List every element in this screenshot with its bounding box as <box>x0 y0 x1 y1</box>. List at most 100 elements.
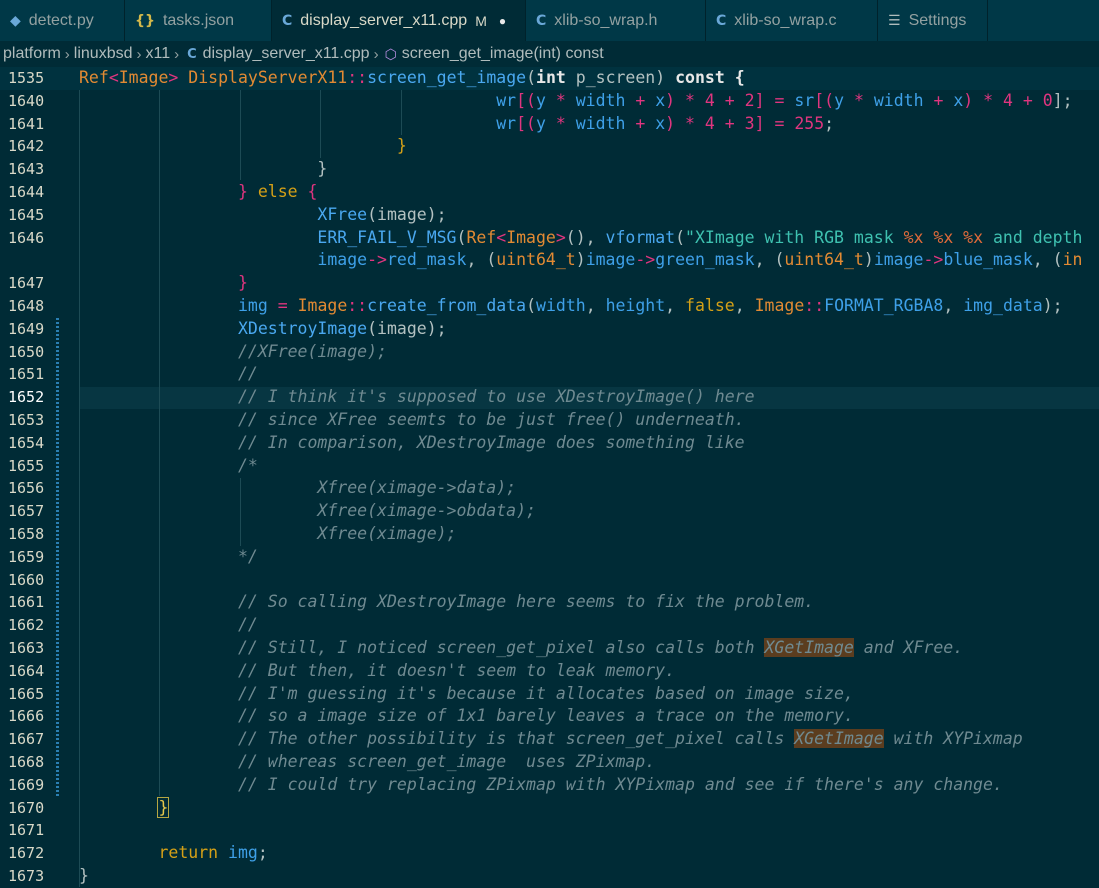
code-token: Image <box>754 296 805 315</box>
code-text: return img; <box>79 842 267 865</box>
code-token: y <box>535 113 546 133</box>
line-number: 1640 <box>8 91 45 110</box>
line-number: 1660 <box>8 570 45 589</box>
tab-tasks-json[interactable]: {} tasks.json <box>125 0 272 41</box>
code-line[interactable]: 1643 } <box>0 158 1099 181</box>
code-text: // I'm guessing it's because it allocate… <box>79 683 854 706</box>
code-token: height <box>605 296 666 315</box>
code-line[interactable]: 1644 } else { <box>0 181 1099 204</box>
code-line[interactable]: 1641 wr[(y * width + x) * 4 + 3] = 255; <box>0 113 1099 136</box>
code-token: x <box>953 90 964 110</box>
code-token: > <box>555 227 566 247</box>
code-line[interactable]: 1666 // so a image size of 1x1 barely le… <box>0 705 1099 728</box>
code-line[interactable]: 1664 // But then, it doesn't seem to lea… <box>0 660 1099 683</box>
code-token: blue_mask <box>943 250 1033 270</box>
code-token: img_data <box>963 296 1043 315</box>
tab-xlib-so-wrap-h[interactable]: Cxlib-so_wrap.h <box>526 0 706 41</box>
code-token: // Still, I noticed screen_get_pixel als… <box>237 638 765 657</box>
code-token: img <box>228 843 258 863</box>
code-token: , <box>665 296 686 315</box>
code-token: 2 <box>744 90 755 110</box>
code-token: sr <box>794 90 815 110</box>
code-line[interactable]: 1669 // I could try replacing ZPixmap wi… <box>0 774 1099 797</box>
code-token: DisplayServerX11 <box>188 68 348 87</box>
code-line[interactable]: 1670 } <box>0 796 1099 820</box>
code-line[interactable]: 1651 // <box>0 363 1099 386</box>
code-line[interactable]: 1657 Xfree(ximage->obdata); <box>0 500 1099 523</box>
code-token: */ <box>237 546 258 566</box>
code-line[interactable]: 1659 */ <box>0 546 1099 569</box>
code-line[interactable]: 1668 // whereas screen_get_image uses ZP… <box>0 751 1099 774</box>
unsaved-dot-icon[interactable]: ● <box>499 14 506 28</box>
code-line[interactable]: 1663 // Still, I noticed screen_get_pixe… <box>0 637 1099 660</box>
code-token: Ref <box>79 68 109 87</box>
code-token: y <box>535 90 546 110</box>
code-line[interactable]: 1645 XFree(image); <box>0 204 1099 227</box>
code-line[interactable]: image->red_mask, (uint64_t)image->green_… <box>0 249 1099 272</box>
breadcrumb-item[interactable]: linuxbsd <box>74 45 133 63</box>
code-token: 4 <box>704 90 715 110</box>
sticky-scroll-line[interactable]: 1535 Ref<Image> DisplayServerX11::screen_… <box>0 67 1099 90</box>
code-line[interactable]: 1646 ERR_FAIL_V_MSG(Ref<Image>(), vforma… <box>0 227 1099 250</box>
line-number: 1644 <box>8 183 45 201</box>
tab-xlib-so-wrap-c[interactable]: Cxlib-so_wrap.c <box>706 0 878 41</box>
breadcrumb-item[interactable]: screen_get_image(int) const <box>402 45 604 63</box>
code-text: // I could try replacing ZPixmap with XY… <box>79 774 1003 797</box>
line-number: 1652 <box>8 388 45 407</box>
code-line[interactable]: 1650 //XFree(image); <box>0 341 1099 364</box>
code-line[interactable]: 1653 // since XFree seemts to be just fr… <box>0 409 1099 432</box>
code-line[interactable]: 1642 } <box>0 135 1099 158</box>
code-token: , <box>943 296 964 315</box>
code-text: } <box>79 865 89 888</box>
code-token: vformat <box>605 227 676 247</box>
code-line[interactable]: 1667 // The other possibility is that sc… <box>0 728 1099 751</box>
code-line[interactable]: 1660 <box>0 569 1099 592</box>
code-token: ) <box>863 250 874 270</box>
line-number: 1650 <box>8 342 45 361</box>
tab-label: xlib-so_wrap.c <box>734 11 837 29</box>
line-number: 1643 <box>8 160 45 179</box>
breadcrumb-item[interactable]: x11 <box>146 45 171 63</box>
code-line[interactable]: 1661 // So calling XDestroyImage here se… <box>0 591 1099 614</box>
code-line[interactable]: 1673} <box>0 865 1099 888</box>
code-line[interactable]: 1640 wr[(y * width + x) * 4 + 2] = sr[(y… <box>0 90 1099 113</box>
code-line[interactable]: 1649 XDestroyImage(image); <box>0 318 1099 341</box>
breadcrumb-item[interactable]: display_server_x11.cpp <box>203 45 370 63</box>
code-line[interactable]: 1662 // <box>0 614 1099 637</box>
code-text: } else { <box>79 181 317 204</box>
code-line[interactable]: 1648 img = Image::create_from_data(width… <box>0 295 1099 318</box>
breadcrumb-item[interactable]: platform <box>3 45 61 63</box>
code-line[interactable]: 1658 Xfree(ximage); <box>0 523 1099 546</box>
code-line[interactable]: 1654 // In comparison, XDestroyImage doe… <box>0 432 1099 455</box>
code-line[interactable]: 1656 Xfree(ximage->data); <box>0 477 1099 500</box>
code-line[interactable]: 1672 return img; <box>0 842 1099 865</box>
code-line[interactable]: 1665 // I'm guessing it's because it all… <box>0 683 1099 706</box>
code-token: green_mask <box>655 250 755 270</box>
code-token: , <box>754 250 775 270</box>
tab-display-server-x11-cpp[interactable]: Cdisplay_server_x11.cpp M ● <box>272 0 526 41</box>
code-text: // In comparison, XDestroyImage does som… <box>79 432 745 455</box>
code-token: Xfree(ximage); <box>317 524 457 543</box>
code-text: Xfree(ximage); <box>79 523 457 546</box>
code-line[interactable]: 1647 } <box>0 272 1099 295</box>
code-text: // <box>79 614 258 637</box>
code-token: 255 <box>794 113 825 133</box>
code-token: [( <box>516 113 536 133</box>
tab-settings[interactable]: ☰ Settings <box>878 0 988 41</box>
code-line[interactable]: 1652 // I think it's supposed to use XDe… <box>0 386 1099 409</box>
code-token: with XYPixmap <box>883 729 1023 749</box>
code-line[interactable]: 1655 /* <box>0 455 1099 478</box>
code-token: p_screen) <box>565 68 676 87</box>
code-editor[interactable]: 1535 Ref<Image> DisplayServerX11::screen_… <box>0 67 1099 888</box>
code-text: /* <box>79 455 258 478</box>
code-token: int <box>536 68 566 87</box>
code-line[interactable]: 1671 <box>0 819 1099 842</box>
tab-detect-py[interactable]: ◆ detect.py <box>0 0 125 41</box>
